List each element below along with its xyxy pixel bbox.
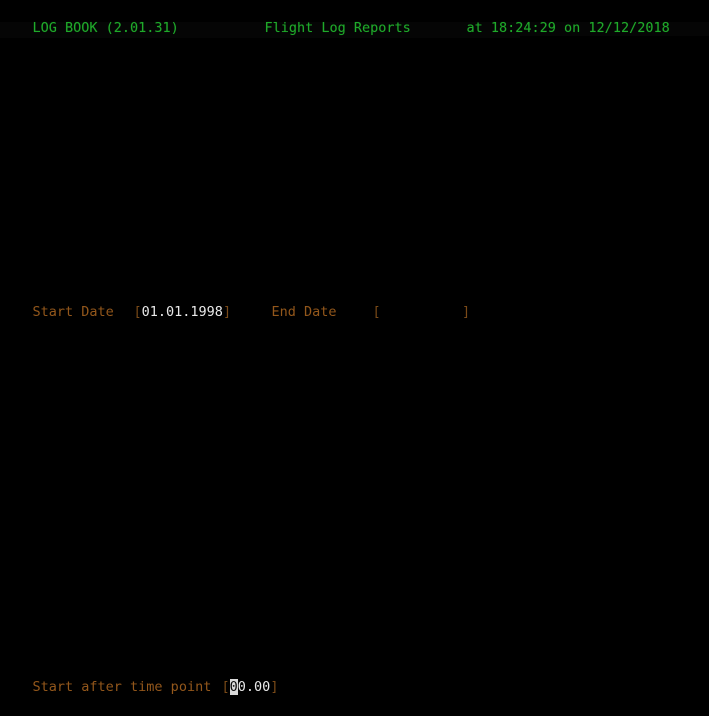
time-point-label: Start after time point [32,679,212,695]
end-date-field[interactable]: [ ] [340,284,471,320]
end-date-input[interactable] [381,304,462,320]
screen-title-container: Flight Log Reports [232,0,411,36]
app-title: LOG BOOK (2.01.31) [32,20,179,36]
start-date-open-bracket: [ [133,304,142,320]
end-date-open-bracket: [ [372,304,381,320]
time-point-input[interactable]: 0.00 [238,679,271,695]
time-point-open-bracket: [ [221,679,230,695]
start-date-input[interactable]: 01.01.1998 [142,304,223,320]
screen-title: Flight Log Reports [264,20,411,36]
terminal-screen: LOG BOOK (2.01.31) Flight Log Reports at… [0,0,709,695]
header-timestamp-container: at 18:24:29 on 12/12/2018 [434,0,670,36]
end-date-label-container: End Date [239,284,337,320]
time-point-close-bracket: ] [270,679,279,695]
start-date-close-bracket: ] [222,304,232,320]
header-bar: LOG BOOK (2.01.31) [0,0,179,36]
end-date-close-bracket: ] [461,304,471,320]
header-timestamp: at 18:24:29 on 12/12/2018 [466,20,670,36]
end-date-label: End Date [271,304,337,320]
start-date-label-container: Start Date [0,284,114,320]
start-date-field[interactable]: [01.01.1998] [101,284,232,320]
time-point-field[interactable]: [00.00] [189,659,278,695]
time-point-label-container: Start after time point [0,659,212,695]
text-cursor[interactable]: 0 [229,679,238,695]
